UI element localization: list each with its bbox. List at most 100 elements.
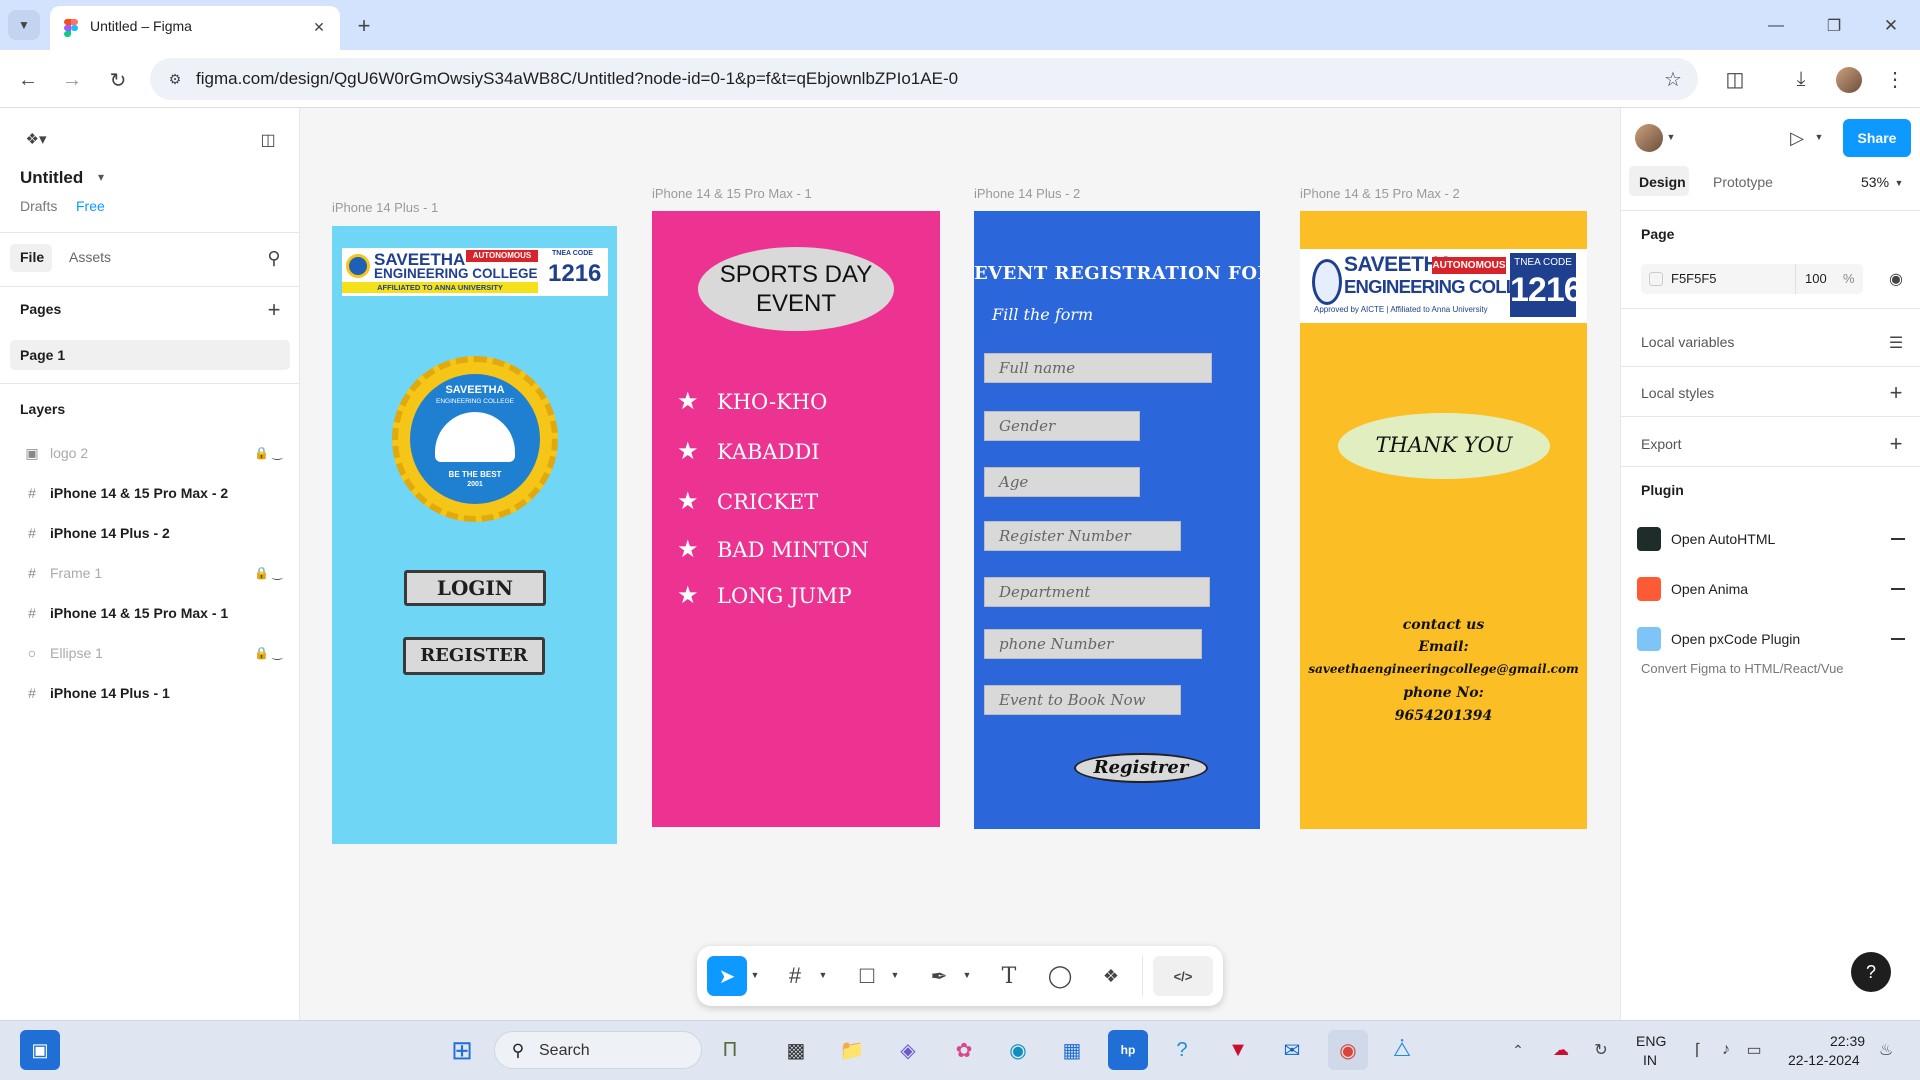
frame-iphone-pro-max-1[interactable]: SPORTS DAY EVENT ★ KHO-KHO ★ KABADDI ★ CRIC… [652, 211, 940, 827]
layer-item[interactable]: # iPhone 14 Plus - 1 [0, 673, 300, 713]
layer-item[interactable]: # iPhone 14 & 15 Pro Max - 1 [0, 593, 300, 633]
frame-label[interactable]: iPhone 14 Plus - 2 [974, 186, 1080, 201]
chevron-down-icon[interactable]: ▼ [1813, 130, 1825, 144]
sync-icon[interactable]: ↻ [1588, 1038, 1614, 1062]
local-styles[interactable]: Local styles [1641, 385, 1714, 401]
site-settings-icon[interactable]: ⚙ [164, 68, 186, 90]
comment-tool-icon[interactable]: ◯ [1040, 956, 1080, 996]
share-button[interactable]: Share [1843, 119, 1911, 157]
tab-list-chevron-icon[interactable]: ▼ [8, 10, 40, 40]
frame-iphone-14-plus-1[interactable]: SAVEETHA AUTONOMOUS ENGINEERING COLLEGE … [332, 226, 617, 844]
photos-app-icon[interactable]: ◈ [888, 1030, 928, 1070]
user-avatar[interactable] [1635, 124, 1663, 152]
event-field[interactable]: Event to Book Now [984, 685, 1181, 715]
gender-field[interactable]: Gender [984, 411, 1140, 441]
eye-visibility-icon[interactable]: ◉ [1883, 266, 1909, 292]
page-color-field[interactable]: F5F5F5 100 % [1641, 264, 1863, 294]
plan-badge[interactable]: Free [76, 198, 105, 214]
add-page-icon[interactable]: + [262, 297, 286, 322]
fullname-field[interactable]: Full name [984, 353, 1212, 383]
color-swatch[interactable] [1649, 272, 1663, 286]
close-window-icon[interactable]: ✕ [1877, 12, 1905, 40]
volume-icon[interactable]: ♪ [1714, 1038, 1738, 1062]
new-tab-icon[interactable]: + [350, 12, 378, 40]
local-variables[interactable]: Local variables [1641, 334, 1734, 350]
submit-register-button[interactable]: Registrer [1074, 753, 1208, 783]
remove-plugin-icon[interactable] [1891, 588, 1905, 590]
present-play-icon[interactable]: ▷ [1783, 124, 1811, 152]
frame-iphone-pro-max-2[interactable]: SAVEETHA AUTONOMOUS ENGINEERING COLLEGE … [1300, 211, 1587, 829]
tab-prototype[interactable]: Prototype [1713, 174, 1773, 190]
file-name-chevron-icon[interactable]: ▾ [98, 170, 104, 184]
frame-label[interactable]: iPhone 14 Plus - 1 [332, 200, 438, 215]
back-icon[interactable]: ← [14, 66, 42, 94]
search-icon[interactable]: ⚲ [262, 246, 286, 270]
layer-item[interactable]: ▣ logo 2 🔒 ‿ [0, 433, 300, 473]
edge-browser-icon[interactable]: ◉ [998, 1030, 1038, 1070]
forward-icon[interactable]: → [58, 66, 86, 94]
widgets-icon[interactable]: ▣ [20, 1030, 60, 1070]
clock-time[interactable]: 22:39 [1830, 1033, 1865, 1049]
plugin-item[interactable]: Open Anima [1637, 574, 1748, 604]
download-icon[interactable]: ⤓ [1786, 64, 1816, 94]
add-export-icon[interactable]: + [1883, 431, 1909, 457]
rectangle-tool-icon[interactable]: □ [847, 956, 887, 996]
layer-item[interactable]: # iPhone 14 & 15 Pro Max - 2 [0, 473, 300, 513]
zoom-level[interactable]: 53% [1861, 174, 1889, 190]
frame-label[interactable]: iPhone 14 & 15 Pro Max - 2 [1300, 186, 1460, 201]
login-button[interactable]: LOGIN [404, 570, 546, 606]
cloud-status-icon[interactable]: ☁ [1548, 1038, 1574, 1062]
task-view-icon[interactable]: ▩ [776, 1030, 816, 1070]
plugin-item[interactable]: Open AutoHTML [1637, 524, 1775, 554]
bookmark-star-icon[interactable]: ☆ [1660, 66, 1686, 92]
chevron-down-icon[interactable]: ▼ [817, 968, 829, 982]
close-tab-icon[interactable]: ✕ [308, 16, 330, 38]
plugin-item[interactable]: Open pxCode Plugin [1637, 624, 1800, 654]
wifi-icon[interactable]: ⌈ [1686, 1038, 1710, 1062]
chevron-down-icon[interactable]: ▼ [889, 968, 901, 982]
page-opacity[interactable]: 100 [1805, 271, 1827, 286]
tray-overflow-icon[interactable]: ⌃ [1508, 1040, 1528, 1060]
lang-bottom[interactable]: IN [1643, 1052, 1657, 1068]
chevron-down-icon[interactable]: ▼ [1893, 176, 1905, 190]
store-app-icon[interactable]: ▦ [1052, 1030, 1092, 1070]
profile-avatar[interactable] [1836, 67, 1862, 93]
layer-item[interactable]: ○ Ellipse 1 🔒 ‿ [0, 633, 300, 673]
outlook-icon[interactable]: ✉ [1272, 1030, 1312, 1070]
dev-mode-toggle-icon[interactable]: </> [1153, 956, 1213, 996]
windows-start-icon[interactable]: ⊞ [442, 1030, 482, 1070]
layer-item[interactable]: # Frame 1 🔒 ‿ [0, 553, 300, 593]
move-tool-icon[interactable]: ➤ [707, 956, 747, 996]
frame-iphone-14-plus-2[interactable]: EVENT REGISTRATION FORM Fill the form Fu… [974, 211, 1260, 829]
tab-assets[interactable]: Assets [69, 249, 111, 265]
lock-hidden-icon[interactable]: 🔒 ‿ [254, 646, 282, 660]
vscode-icon[interactable]: ⧊ [1382, 1030, 1422, 1070]
calculator-app-icon[interactable]: Π [710, 1030, 750, 1070]
restore-icon[interactable]: ❐ [1820, 12, 1848, 40]
age-field[interactable]: Age [984, 467, 1140, 497]
register-number-field[interactable]: Register Number [984, 521, 1181, 551]
address-bar[interactable]: ⚙ figma.com/design/QgU6W0rGmOwsiyS34aWB8… [150, 58, 1698, 100]
register-button[interactable]: REGISTER [403, 637, 545, 675]
copilot-icon[interactable]: ✿ [944, 1030, 984, 1070]
help-icon[interactable]: ? [1851, 952, 1891, 992]
add-style-icon[interactable]: + [1883, 380, 1909, 406]
chevron-down-icon[interactable]: ▼ [961, 968, 973, 982]
actions-tool-icon[interactable]: ❖ [1091, 956, 1131, 996]
chrome-browser-icon[interactable]: ◉ [1328, 1030, 1368, 1070]
department-field[interactable]: Department [984, 577, 1210, 607]
taskbar-search[interactable]: ⚲ Search [494, 1031, 702, 1069]
variables-settings-icon[interactable]: ☰ [1883, 330, 1909, 356]
clock-date[interactable]: 22-12-2024 [1788, 1052, 1860, 1068]
notification-bell-icon[interactable]: ♨ [1874, 1038, 1898, 1062]
extensions-icon[interactable]: ◫ [1720, 64, 1750, 94]
lock-hidden-icon[interactable]: 🔒 ‿ [254, 566, 282, 580]
mcafee-icon[interactable]: ▼ [1218, 1030, 1258, 1070]
layer-item[interactable]: # iPhone 14 Plus - 2 [0, 513, 300, 553]
frame-tool-icon[interactable]: # [775, 956, 815, 996]
panel-toggle-icon[interactable]: ◫ [256, 128, 280, 152]
main-menu-icon[interactable]: ❖▾ [18, 128, 54, 150]
frame-label[interactable]: iPhone 14 & 15 Pro Max - 1 [652, 186, 812, 201]
phone-number-field[interactable]: phone Number [984, 629, 1202, 659]
help-app-icon[interactable]: ? [1162, 1030, 1202, 1070]
